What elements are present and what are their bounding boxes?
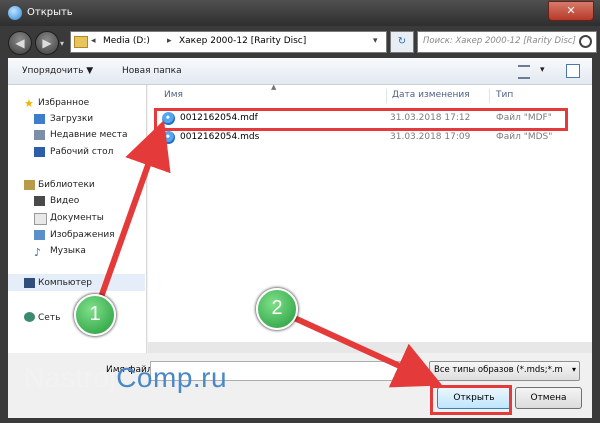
step-badge-2: 2: [256, 288, 298, 330]
step-badge-1: 1: [74, 294, 116, 336]
watermark: NastrojComp.ru: [24, 362, 227, 394]
watermark-part1: Nastroj: [24, 362, 117, 393]
annotation-arrows: [97, 120, 443, 388]
arrow-to-file: [97, 120, 171, 302]
arrow-to-open: [288, 313, 443, 388]
watermark-part2: Comp.ru: [116, 362, 228, 393]
